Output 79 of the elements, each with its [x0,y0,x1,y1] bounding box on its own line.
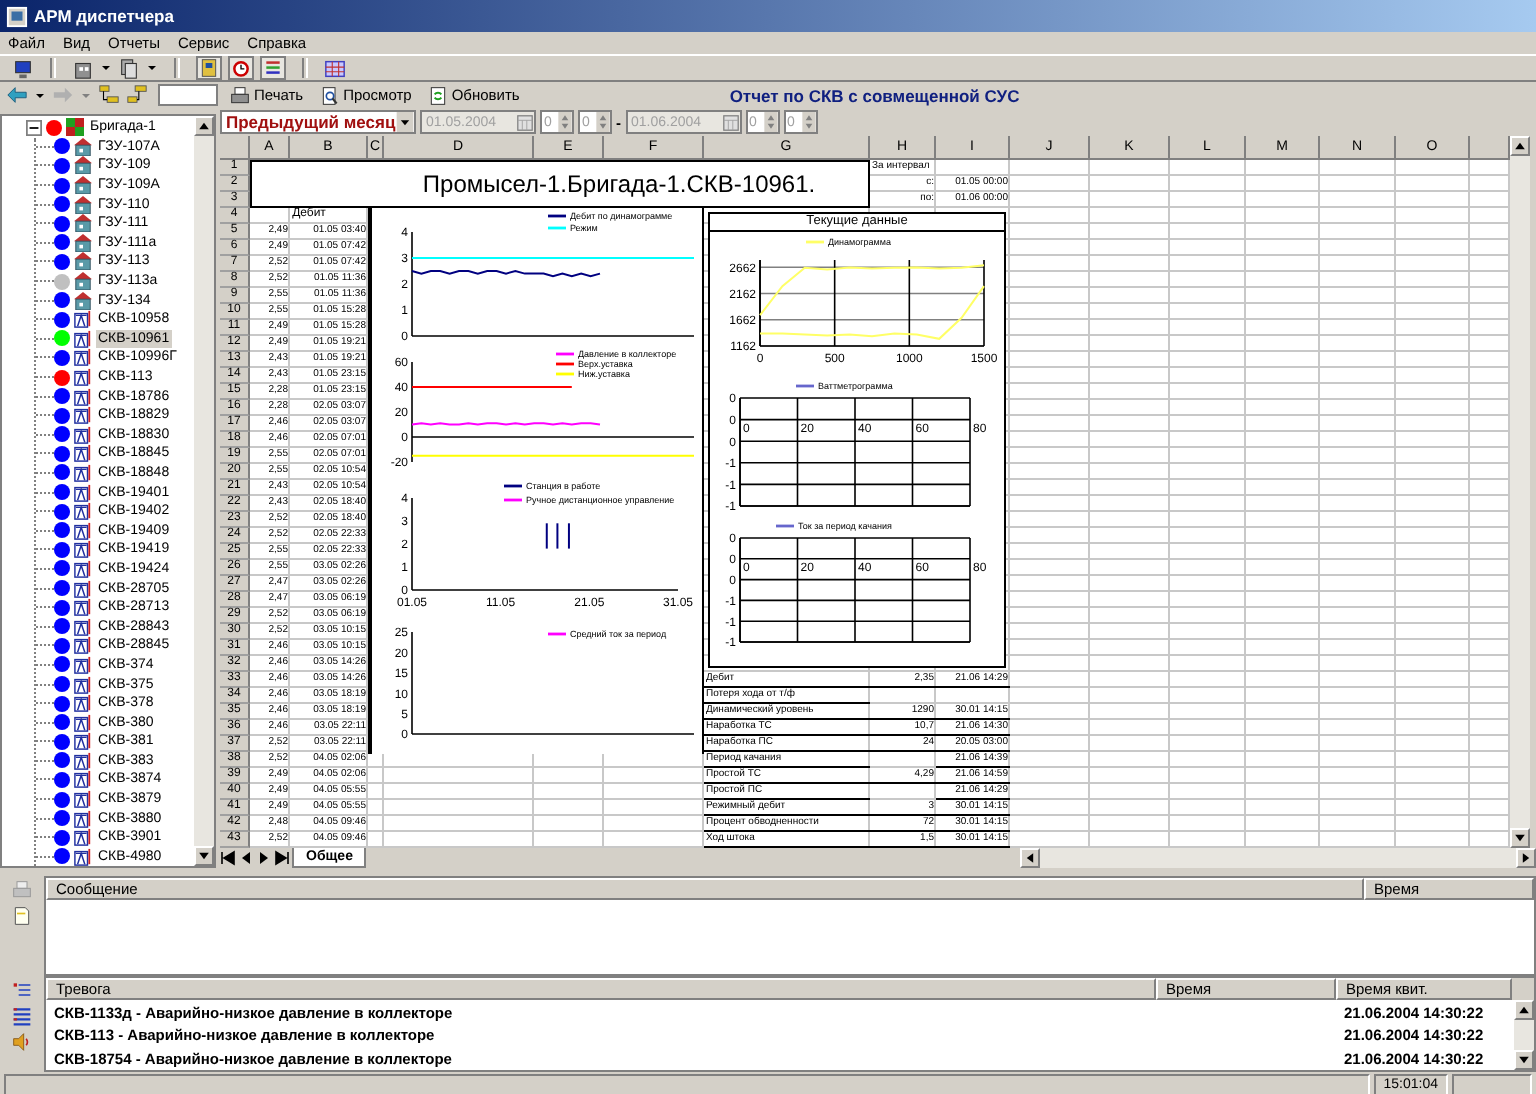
documents-icon[interactable] [118,57,140,79]
pump-jack-icon [74,770,92,789]
sheet-title: Промысел-1.Бригада-1.СКВ-10961. [250,160,870,208]
building-icon [74,214,92,233]
scroll-down-icon[interactable] [1514,1050,1534,1070]
pump-jack-icon [74,348,92,367]
caret-icon[interactable] [34,89,46,101]
magnifier-page-icon [319,85,340,105]
pump-jack-icon [74,655,92,674]
pump-jack-icon [74,732,92,751]
back-arrow-icon[interactable] [6,84,28,106]
first-sheet-icon[interactable] [220,850,236,866]
pump-jack-icon [74,310,92,329]
scroll-down-icon[interactable] [194,846,214,866]
book-icon[interactable] [196,56,222,80]
grid-icon [66,118,84,137]
building-icon [74,233,92,252]
vertical-scrollbar[interactable] [1510,136,1530,848]
caret-icon[interactable] [146,62,158,74]
pump-jack-icon [74,636,92,655]
collapse-icon[interactable] [26,119,42,136]
list-icon[interactable] [12,980,32,1000]
grid-window-icon[interactable] [324,57,346,79]
pump-jack-icon [74,809,92,828]
pump-jack-icon [74,425,92,444]
alarm-clock-icon[interactable] [228,56,254,80]
pump-jack-icon [74,406,92,425]
vertical-scrollbar[interactable] [194,116,214,866]
caret-icon[interactable] [100,62,112,74]
printer-icon [230,85,250,105]
report-title: Отчет по СКВ с совмещенной СУС [729,85,1020,105]
pump-jack-icon [74,828,92,847]
vertical-scrollbar[interactable] [1514,1000,1534,1070]
window-title: АРМ диспетчера [34,6,174,26]
pump-jack-icon [74,521,92,540]
building-icon[interactable] [72,57,94,79]
pump-jack-icon [74,559,92,578]
scroll-up-icon[interactable] [194,116,214,136]
pump-jack-icon [74,675,92,694]
scroll-right-icon[interactable] [1516,848,1536,868]
building-icon [74,272,92,291]
document-icon[interactable] [12,906,32,926]
building-icon [74,291,92,310]
pump-jack-icon [74,463,92,482]
building-icon [74,137,92,156]
scroll-up-icon[interactable] [1510,136,1530,156]
scroll-down-icon[interactable] [1510,828,1530,848]
building-icon [74,252,92,271]
event-marks [545,522,570,550]
speaker-icon[interactable] [12,1032,32,1052]
refresh-icon [427,85,448,105]
pump-jack-icon [74,579,92,598]
scroll-up-icon[interactable] [1514,1000,1534,1020]
tree-icon[interactable] [126,84,148,106]
last-sheet-icon[interactable] [274,850,290,866]
pump-jack-icon [74,483,92,502]
pump-jack-icon [74,329,92,348]
list-icon[interactable] [12,1006,32,1026]
input-field[interactable] [158,84,218,106]
pump-jack-icon [74,502,92,521]
pump-jack-icon [74,713,92,732]
tree-icon[interactable] [98,84,120,106]
pump-jack-icon [74,540,92,559]
scroll-left-icon[interactable] [1020,848,1040,868]
pump-jack-icon [74,444,92,463]
pump-jack-icon [74,598,92,617]
building-icon [74,195,92,214]
pump-jack-icon [74,694,92,713]
pump-jack-icon [74,387,92,406]
building-icon [74,176,92,195]
pump-jack-icon [74,790,92,809]
pump-jack-icon [74,751,92,770]
pump-jack-icon [74,617,92,636]
building-icon [74,156,92,175]
app-icon [6,5,28,27]
pump-jack-icon [74,368,92,387]
computer-icon[interactable] [12,57,34,79]
horizontal-scrollbar[interactable] [1020,848,1536,868]
list-icon[interactable] [260,56,286,80]
